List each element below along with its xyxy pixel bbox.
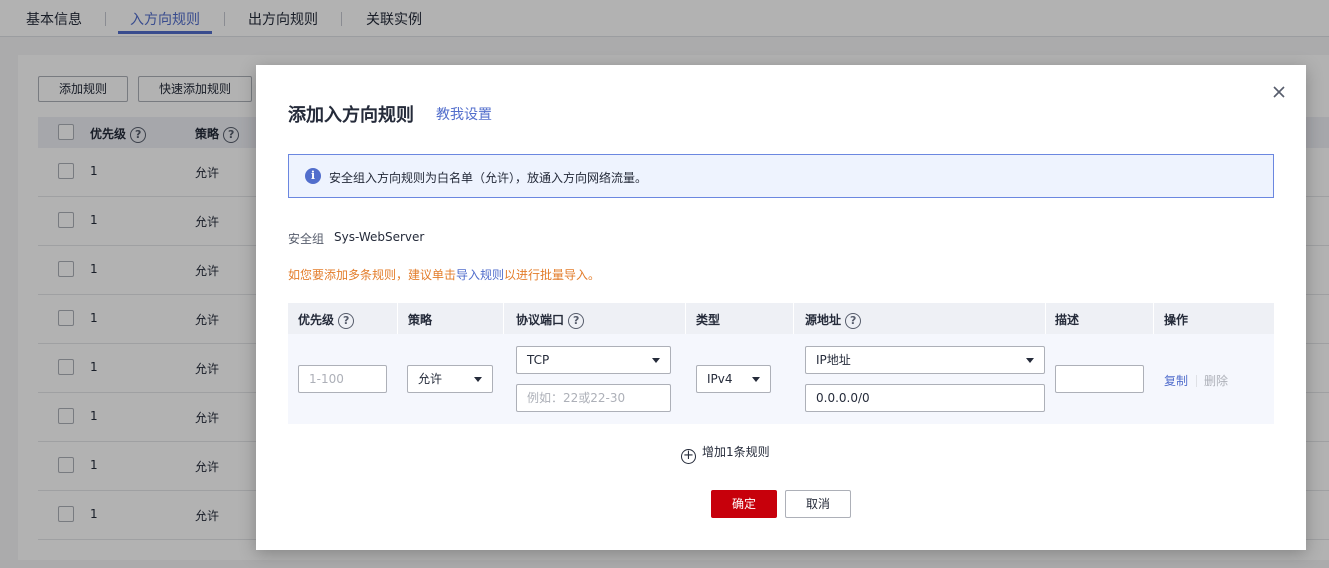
chevron-down-icon — [1026, 358, 1034, 363]
rule-form-header: 优先级 ? 策略 协议端口 ? 类型 源地址 ? 描述 操作 — [288, 303, 1274, 334]
action-divider — [1196, 375, 1197, 387]
batch-import-tip: 如您要添加多条规则，建议单击导入规则以进行批量导入。 — [288, 268, 601, 282]
plus-circle-icon: + — [681, 449, 696, 464]
description-column-header: 描述 — [1055, 313, 1080, 327]
info-alert: i 安全组入方向规则为白名单（允许），放通入方向网络流量。 — [288, 154, 1274, 198]
help-icon[interactable]: ? — [568, 312, 585, 329]
source-address-input[interactable]: 0.0.0.0/0 — [805, 384, 1045, 412]
info-text: 安全组入方向规则为白名单（允许），放通入方向网络流量。 — [329, 171, 648, 185]
dialog-title: 添加入方向规则 — [288, 105, 414, 126]
copy-rule-link[interactable]: 复制 — [1164, 372, 1188, 389]
chevron-down-icon — [474, 377, 482, 382]
info-icon: i — [305, 168, 321, 184]
chevron-down-icon — [652, 358, 660, 363]
delete-rule-link[interactable]: 删除 — [1204, 372, 1228, 389]
priority-input[interactable]: 1-100 — [298, 365, 387, 393]
confirm-button[interactable]: 确定 — [711, 490, 777, 518]
import-rules-link[interactable]: 导入规则 — [456, 268, 504, 282]
protocol-select[interactable]: TCP — [516, 346, 671, 374]
add-inbound-rule-dialog: 添加入方向规则 教我设置 i 安全组入方向规则为白名单（允许），放通入方向网络流… — [256, 65, 1306, 550]
cancel-button[interactable]: 取消 — [785, 490, 851, 518]
source-column-header: 源地址 ? — [805, 311, 862, 329]
type-column-header: 类型 — [696, 313, 721, 327]
description-input[interactable] — [1055, 365, 1144, 393]
ip-type-select[interactable]: IPv4 — [696, 365, 771, 393]
guide-link[interactable]: 教我设置 — [436, 104, 492, 124]
close-icon[interactable] — [1270, 83, 1288, 101]
help-icon[interactable]: ? — [338, 312, 355, 329]
help-icon[interactable]: ? — [845, 312, 862, 329]
chevron-down-icon — [752, 377, 760, 382]
security-group-value: Sys-WebServer — [334, 230, 425, 244]
security-group-label: 安全组 — [288, 232, 325, 246]
protocol-port-column-header: 协议端口 ? — [516, 311, 585, 329]
actions-column-header: 操作 — [1164, 313, 1189, 327]
policy-column-header: 策略 — [408, 313, 433, 327]
policy-select[interactable]: 允许 — [407, 365, 493, 393]
source-type-select[interactable]: IP地址 — [805, 346, 1045, 374]
add-one-rule-button[interactable]: + 增加1条规则 — [681, 443, 770, 464]
priority-column-header: 优先级 ? — [298, 311, 355, 329]
port-input[interactable]: 例如：22或22-30 — [516, 384, 671, 412]
